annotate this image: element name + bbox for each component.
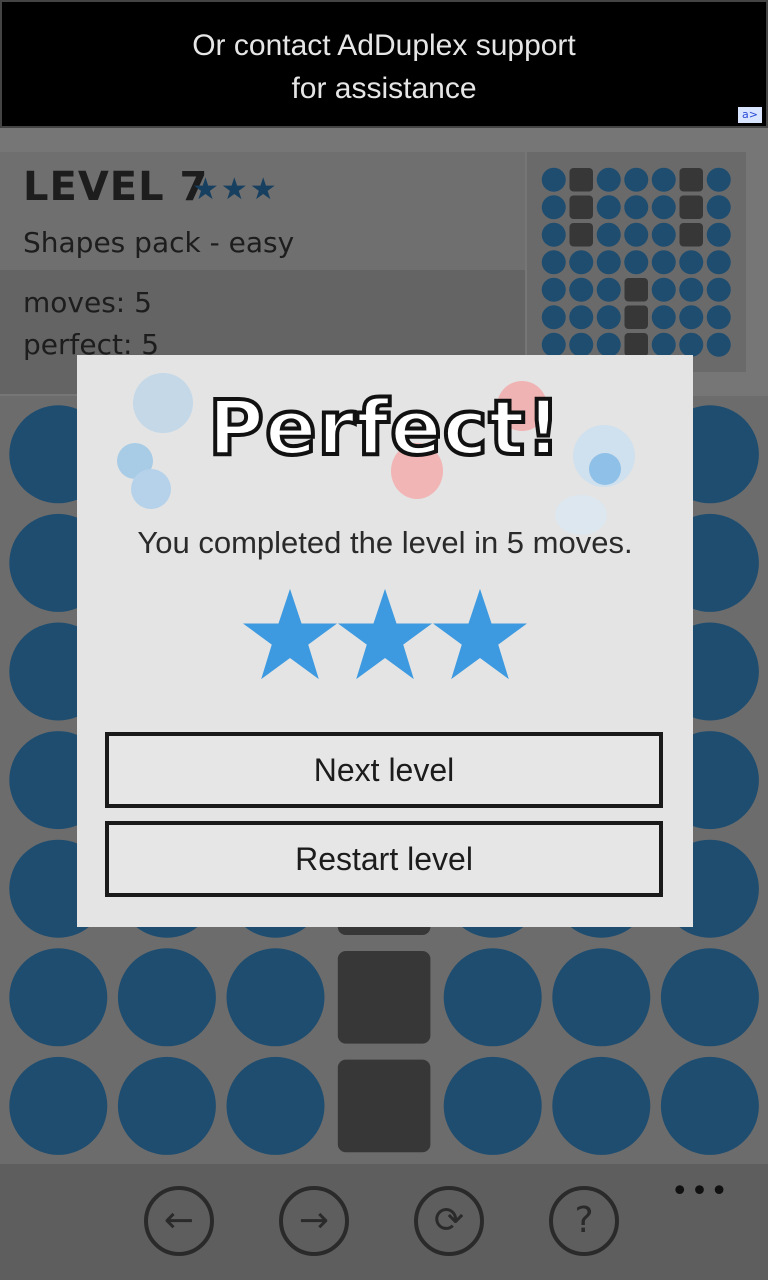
level-complete-dialog: Perfect! You completed the level in 5 mo… (77, 355, 693, 927)
ad-banner[interactable]: Or contact AdDuplex support for assistan… (0, 0, 768, 128)
next-level-button[interactable]: Next level (105, 732, 663, 808)
dialog-title: Perfect! (206, 381, 562, 474)
dialog-message: You completed the level in 5 moves. (137, 525, 633, 560)
ad-line-1: Or contact AdDuplex support (192, 29, 576, 62)
adduplex-badge[interactable]: a> (738, 107, 762, 123)
star-icon (337, 588, 433, 680)
star-icon (432, 588, 528, 680)
decor-bubble (131, 469, 171, 509)
restart-level-button[interactable]: Restart level (105, 821, 663, 897)
star-icon (242, 588, 338, 680)
ad-line-2: for assistance (291, 72, 477, 105)
ad-text: Or contact AdDuplex support for assistan… (2, 2, 766, 110)
